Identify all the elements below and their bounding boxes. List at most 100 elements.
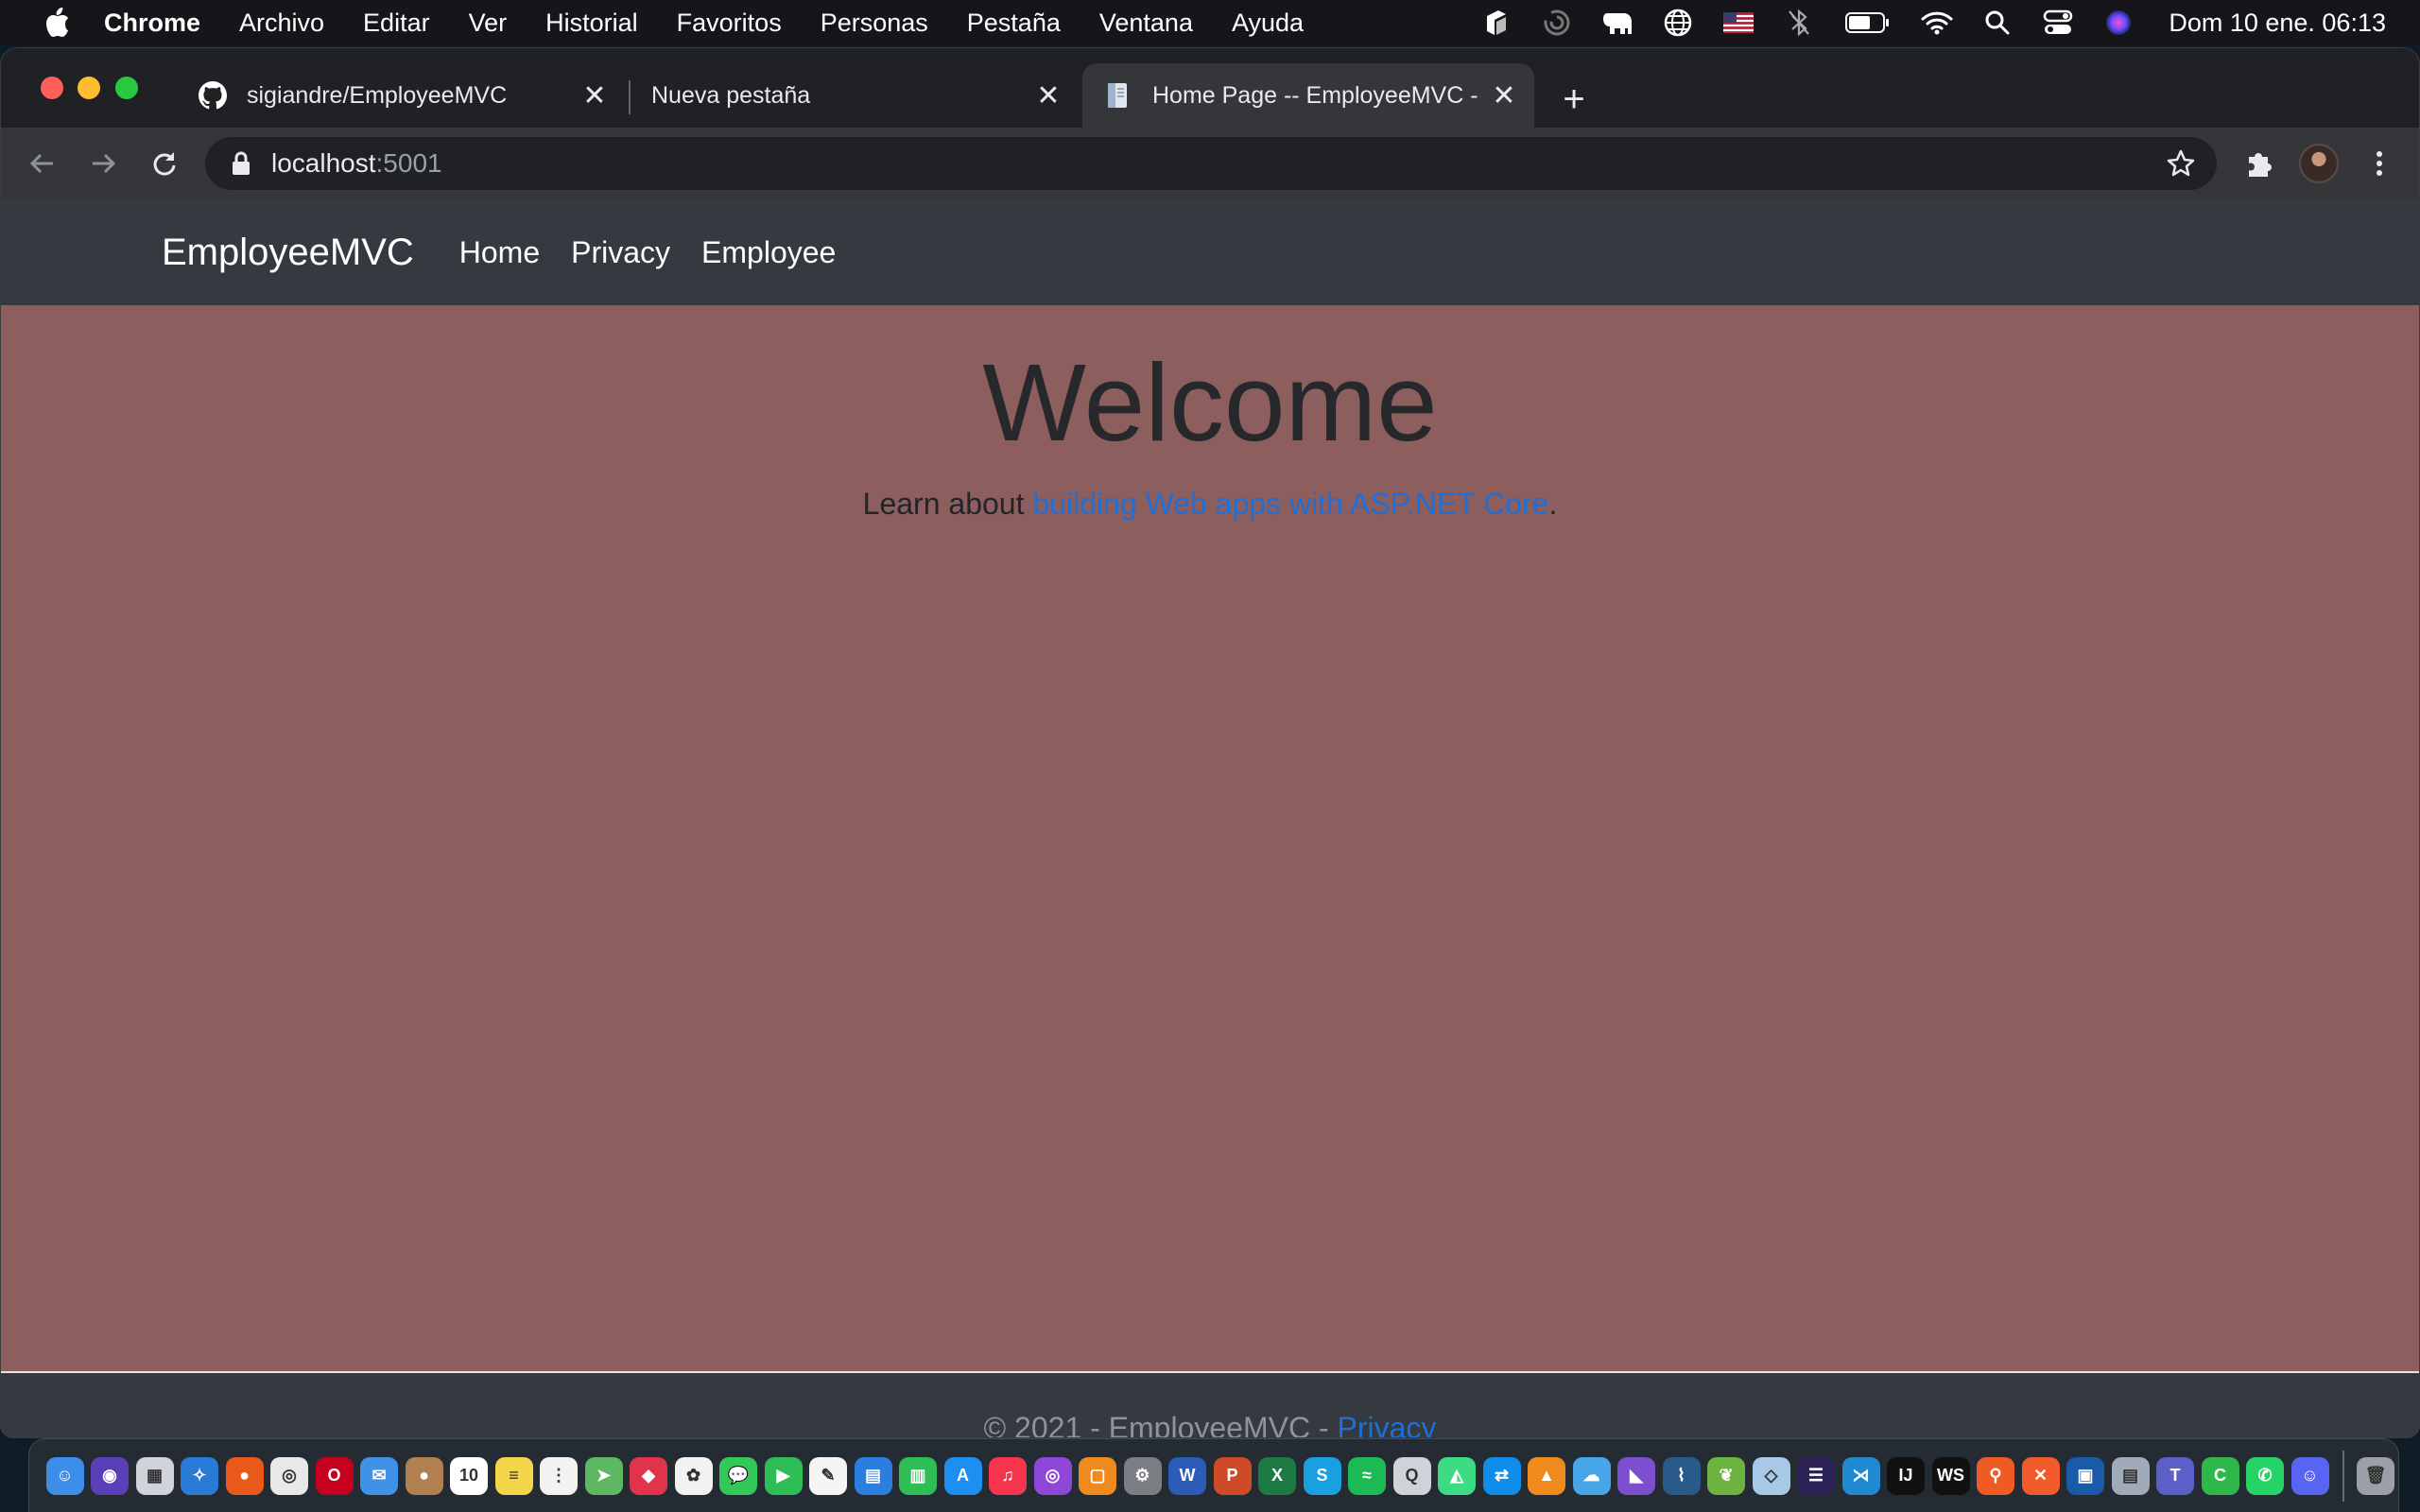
globe-icon[interactable] <box>1662 7 1694 39</box>
dock-podcasts-icon[interactable]: ◎ <box>1033 1456 1072 1495</box>
dock-pages-icon[interactable]: ✎ <box>809 1456 847 1495</box>
dock-firefox-icon[interactable]: ● <box>225 1456 264 1495</box>
dock-siri-icon[interactable]: ◉ <box>91 1456 129 1495</box>
battery-icon[interactable] <box>1843 7 1893 39</box>
dock-maps-icon[interactable]: ➤ <box>584 1456 623 1495</box>
menu-favoritos[interactable]: Favoritos <box>677 9 782 38</box>
dock-teamviewer-icon[interactable]: ⇄ <box>1482 1456 1521 1495</box>
window-close-button[interactable] <box>41 77 63 99</box>
dock-discord-icon[interactable]: ☺ <box>2290 1456 2329 1495</box>
menu-pestana[interactable]: Pestaña <box>967 9 1061 38</box>
dock-opera-icon[interactable]: O <box>315 1456 354 1495</box>
tab-home-page-active[interactable]: Home Page -- EmployeeMVC - ... ✕ <box>1082 63 1534 128</box>
address-url[interactable]: localhost:5001 <box>271 148 442 179</box>
dock-contacts-icon[interactable]: ● <box>405 1456 443 1495</box>
dock-chrome-icon[interactable]: ◎ <box>270 1456 308 1495</box>
menu-personas[interactable]: Personas <box>821 9 928 38</box>
dock-camtasia-icon[interactable]: C <box>2201 1456 2239 1495</box>
dock-azure-data-studio-icon[interactable]: ☁ <box>1572 1456 1611 1495</box>
dock-trash-icon[interactable]: 🗑 <box>2357 1456 2394 1495</box>
window-minimize-button[interactable] <box>78 77 100 99</box>
menu-archivo[interactable]: Archivo <box>239 9 324 38</box>
forward-arrow-icon[interactable] <box>80 141 126 186</box>
tab-github[interactable]: sigiandre/EmployeeMVC ✕ <box>177 63 625 128</box>
dock-teams-icon[interactable]: T <box>2156 1456 2194 1495</box>
dock-postman-icon[interactable]: ⚲ <box>1977 1456 2014 1495</box>
apple-menu-icon[interactable] <box>38 4 76 42</box>
dock-reminders-icon[interactable]: ⋮ <box>540 1456 578 1495</box>
dock-messages-icon[interactable]: 💬 <box>719 1456 757 1495</box>
menu-ayuda[interactable]: Ayuda <box>1232 9 1304 38</box>
dock-facetime-icon[interactable]: ▶ <box>764 1456 803 1495</box>
profile-avatar[interactable] <box>2296 141 2342 186</box>
dock-eclipse-icon[interactable]: ☰ <box>1797 1456 1835 1495</box>
tab-close-icon[interactable]: ✕ <box>1029 77 1067 114</box>
dock-pocket-icon[interactable]: ◆ <box>630 1456 667 1495</box>
dock-vlc-icon[interactable]: ▲ <box>1528 1456 1565 1495</box>
dock-calendar-icon[interactable]: 10 <box>450 1456 488 1495</box>
reload-icon[interactable] <box>141 141 186 186</box>
dock-notes-icon[interactable]: ≡ <box>494 1456 533 1495</box>
dock-app-store-icon[interactable]: A <box>943 1456 982 1495</box>
spotlight-search-icon[interactable] <box>1981 7 2014 39</box>
dock-music-icon[interactable]: ♫ <box>989 1456 1027 1495</box>
dock-sequel-db-icon[interactable]: ▤ <box>2111 1456 2150 1495</box>
dock-safari-icon[interactable]: ✧ <box>181 1456 218 1495</box>
footer-privacy-link[interactable]: Privacy <box>1338 1411 1437 1437</box>
nav-link-home[interactable]: Home <box>459 235 540 270</box>
us-flag-icon[interactable] <box>1722 7 1754 39</box>
tab-close-icon[interactable]: ✕ <box>1485 77 1523 114</box>
extensions-puzzle-icon[interactable] <box>2236 141 2281 186</box>
dock-word-icon[interactable]: W <box>1168 1456 1206 1495</box>
dock-excel-icon[interactable]: X <box>1258 1456 1296 1495</box>
more-menu-icon[interactable] <box>2357 141 2402 186</box>
dock-finder-icon[interactable]: ☺ <box>45 1456 84 1495</box>
lock-icon[interactable] <box>230 150 252 177</box>
elephant-icon[interactable] <box>1601 7 1634 39</box>
tab-close-icon[interactable]: ✕ <box>576 77 614 114</box>
dock-system-preferences-icon[interactable]: ⚙ <box>1123 1456 1162 1495</box>
dock-photos-icon[interactable]: ✿ <box>674 1456 713 1495</box>
aspnet-docs-link[interactable]: building Web apps with ASP.NET Core <box>1032 487 1548 521</box>
dock-visual-studio-icon[interactable]: ◣ <box>1617 1456 1655 1495</box>
menu-historial[interactable]: Historial <box>545 9 638 38</box>
navbar-brand[interactable]: EmployeeMVC <box>162 232 414 274</box>
window-fullscreen-button[interactable] <box>115 77 138 99</box>
dock-skype-icon[interactable]: S <box>1303 1456 1341 1495</box>
dock-virtualbox-icon[interactable]: ▣ <box>2066 1456 2104 1495</box>
dock-numbers-icon[interactable]: ▥ <box>899 1456 937 1495</box>
dock-spring-tool-suite-icon[interactable]: ❦ <box>1707 1456 1745 1495</box>
dock-keynote-icon[interactable]: ▤ <box>854 1456 892 1495</box>
dock-launchpad-icon[interactable]: ▦ <box>135 1456 174 1495</box>
dock-powerpoint-icon[interactable]: P <box>1213 1456 1252 1495</box>
cube-app-icon[interactable] <box>1480 7 1512 39</box>
nav-link-employee[interactable]: Employee <box>701 235 836 270</box>
wifi-icon[interactable] <box>1921 7 1953 39</box>
menu-app-chrome[interactable]: Chrome <box>104 9 200 38</box>
dock-vscode-icon[interactable]: ⋊ <box>1841 1456 1880 1495</box>
menu-editar[interactable]: Editar <box>363 9 430 38</box>
dock-virtualbox-box-icon[interactable]: ◇ <box>1752 1456 1790 1495</box>
dock-whatsapp-icon[interactable]: ✆ <box>2246 1456 2284 1495</box>
back-arrow-icon[interactable] <box>20 141 65 186</box>
new-tab-plus-icon[interactable]: + <box>1551 77 1597 122</box>
menu-clock[interactable]: Dom 10 ene. 06:13 <box>2169 9 2386 38</box>
address-bar[interactable]: localhost:5001 <box>205 137 2217 190</box>
control-center-icon[interactable] <box>2042 7 2074 39</box>
bluetooth-off-icon[interactable] <box>1783 7 1815 39</box>
dock-books-icon[interactable]: ▢ <box>1079 1456 1116 1495</box>
dock-webstorm-icon[interactable]: WS <box>1931 1456 1970 1495</box>
spiral-sync-icon[interactable] <box>1541 7 1573 39</box>
dock-quicktime-icon[interactable]: Q <box>1392 1456 1431 1495</box>
dock-xampp-icon[interactable]: ✕ <box>2021 1456 2060 1495</box>
dock-spotify-icon[interactable]: ≈ <box>1348 1456 1386 1495</box>
dock-mail-icon[interactable]: ✉ <box>360 1456 398 1495</box>
dock-intellij-icon[interactable]: IJ <box>1887 1456 1925 1495</box>
dock-android-studio-icon[interactable]: ◭ <box>1438 1456 1476 1495</box>
siri-icon[interactable] <box>2102 7 2135 39</box>
nav-link-privacy[interactable]: Privacy <box>571 235 670 270</box>
menu-ventana[interactable]: Ventana <box>1099 9 1193 38</box>
menu-ver[interactable]: Ver <box>469 9 508 38</box>
tab-new-tab[interactable]: Nueva pestaña ✕ <box>631 63 1079 128</box>
dock-mysql-workbench-icon[interactable]: ⌇ <box>1662 1456 1701 1495</box>
